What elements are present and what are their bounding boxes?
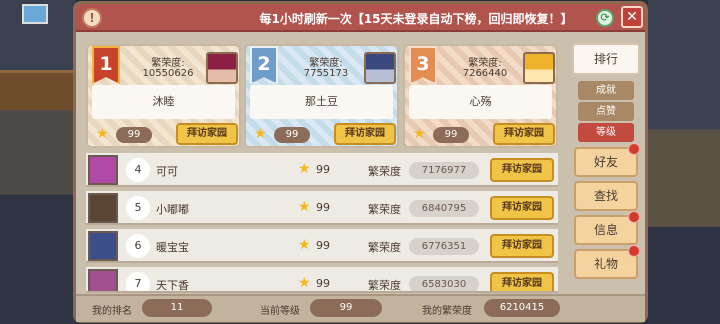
- prosperity-label: 繁荣度:: [309, 58, 343, 69]
- rank-number: 6: [126, 234, 150, 258]
- tab-ranking[interactable]: 排行: [572, 43, 640, 75]
- player-name: 可可: [156, 165, 178, 178]
- current-level-label: 当前等级: [260, 306, 300, 317]
- level-value: 99: [316, 163, 330, 176]
- star-icon: ★: [298, 161, 311, 177]
- star-icon: ★: [298, 237, 311, 253]
- my-prosperity-value: 6210415: [484, 299, 560, 317]
- rank-3-banner: 3: [409, 46, 437, 84]
- prosperity-label: 繁荣度:: [468, 58, 502, 69]
- notification-dot: [628, 211, 640, 223]
- notification-dot: [628, 143, 640, 155]
- notification-dot: [628, 245, 640, 257]
- avatar[interactable]: [88, 269, 118, 291]
- close-button[interactable]: ✕: [621, 6, 643, 28]
- star-icon: ★: [96, 126, 109, 142]
- star-icon: ★: [254, 126, 267, 142]
- podium-card-3: 3 繁荣度: 7266440 心殇 ★ 99 拜访家园: [403, 44, 558, 148]
- prosperity-label: 繁荣度:: [151, 58, 185, 69]
- level-value: 99: [316, 239, 330, 252]
- refresh-icon[interactable]: ⟳: [596, 9, 614, 27]
- level-value: 99: [316, 201, 330, 214]
- avatar[interactable]: [88, 231, 118, 261]
- visit-home-button[interactable]: 拜访家园: [490, 158, 554, 182]
- prosperity-label: 繁荣度: [368, 165, 401, 178]
- title-bar: ! 每1小时刷新一次【15天未登录自动下榜，回归即恢复！】 ⟳ ✕: [76, 4, 645, 32]
- prosperity-label: 繁荣度: [368, 241, 401, 254]
- prosperity-value: 6776351: [409, 238, 479, 255]
- star-icon: ★: [298, 199, 311, 215]
- visit-home-button[interactable]: 拜访家园: [490, 196, 554, 220]
- player-name: 天下香: [156, 279, 189, 292]
- table-row: 6 暖宝宝 ★ 99 繁荣度 6776351 拜访家园: [86, 229, 558, 263]
- level-badge: 99: [274, 127, 310, 143]
- rank-number: 4: [126, 158, 150, 182]
- level-value: 99: [316, 277, 330, 290]
- avatar[interactable]: [88, 155, 118, 185]
- subtab-level[interactable]: 等级: [578, 123, 634, 142]
- rank-1-banner: 1: [92, 46, 120, 84]
- rank-2-banner: 2: [250, 46, 278, 84]
- background-shelf: [0, 70, 76, 110]
- rank-number: 7: [126, 272, 150, 291]
- rank-number: 5: [126, 196, 150, 220]
- current-level-value: 99: [310, 299, 382, 317]
- visit-home-button[interactable]: 拜访家园: [490, 234, 554, 258]
- my-rank-label: 我的排名: [92, 306, 132, 317]
- prosperity-label: 繁荣度: [368, 203, 401, 216]
- player-name: 那土豆: [250, 85, 393, 119]
- footer-bar: 我的排名 11 当前等级 99 我的繁荣度 6210415: [76, 294, 645, 322]
- table-row: 4 可可 ★ 99 繁荣度 7176977 拜访家园: [86, 153, 558, 187]
- info-icon[interactable]: !: [82, 8, 102, 28]
- avatar[interactable]: [206, 52, 238, 84]
- avatar[interactable]: [523, 52, 555, 84]
- player-name: 暖宝宝: [156, 241, 189, 254]
- background-right: [648, 0, 720, 324]
- prosperity-value: 6583030: [409, 276, 479, 291]
- visit-home-button[interactable]: 拜访家园: [176, 123, 238, 145]
- visit-home-button[interactable]: 拜访家园: [490, 272, 554, 291]
- player-name: 心殇: [409, 85, 552, 119]
- table-row: 7 天下香 ★ 99 繁荣度 6583030 拜访家园: [86, 267, 558, 293]
- my-rank-value: 11: [142, 299, 212, 317]
- podium-card-1: 1 繁荣度: 10550626 沐睦 ★ 99 拜访家园: [86, 44, 241, 148]
- prosperity-value: 7755173: [303, 68, 349, 79]
- background-window: [22, 4, 48, 24]
- tab-search[interactable]: 查找: [574, 181, 638, 211]
- level-badge: 99: [116, 127, 152, 143]
- my-prosperity-label: 我的繁荣度: [422, 306, 472, 317]
- avatar[interactable]: [364, 52, 396, 84]
- subtab-achievement[interactable]: 成就: [578, 81, 634, 100]
- avatar[interactable]: [88, 193, 118, 223]
- refresh-notice: 每1小时刷新一次【15天未登录自动下榜，回归即恢复！】: [259, 12, 573, 26]
- prosperity-value: 10550626: [142, 68, 194, 79]
- visit-home-button[interactable]: 拜访家园: [493, 123, 555, 145]
- prosperity-value: 6840795: [409, 200, 479, 217]
- leaderboard-panel: ! 每1小时刷新一次【15天未登录自动下榜，回归即恢复！】 ⟳ ✕ 1 繁荣度:…: [73, 1, 648, 323]
- player-name: 小嘟嘟: [156, 203, 189, 216]
- visit-home-button[interactable]: 拜访家园: [334, 123, 396, 145]
- player-name: 沐睦: [92, 85, 235, 119]
- subtab-likes[interactable]: 点赞: [578, 102, 634, 121]
- level-badge: 99: [433, 127, 469, 143]
- star-icon: ★: [413, 126, 426, 142]
- prosperity-value: 7266440: [462, 68, 508, 79]
- prosperity-label: 繁荣度: [368, 279, 401, 292]
- background-left: [0, 0, 76, 324]
- table-row: 5 小嘟嘟 ★ 99 繁荣度 6840795 拜访家园: [86, 191, 558, 225]
- star-icon: ★: [298, 275, 311, 291]
- prosperity-value: 7176977: [409, 162, 479, 179]
- podium-card-2: 2 繁荣度: 7755173 那土豆 ★ 99 拜访家园: [244, 44, 399, 148]
